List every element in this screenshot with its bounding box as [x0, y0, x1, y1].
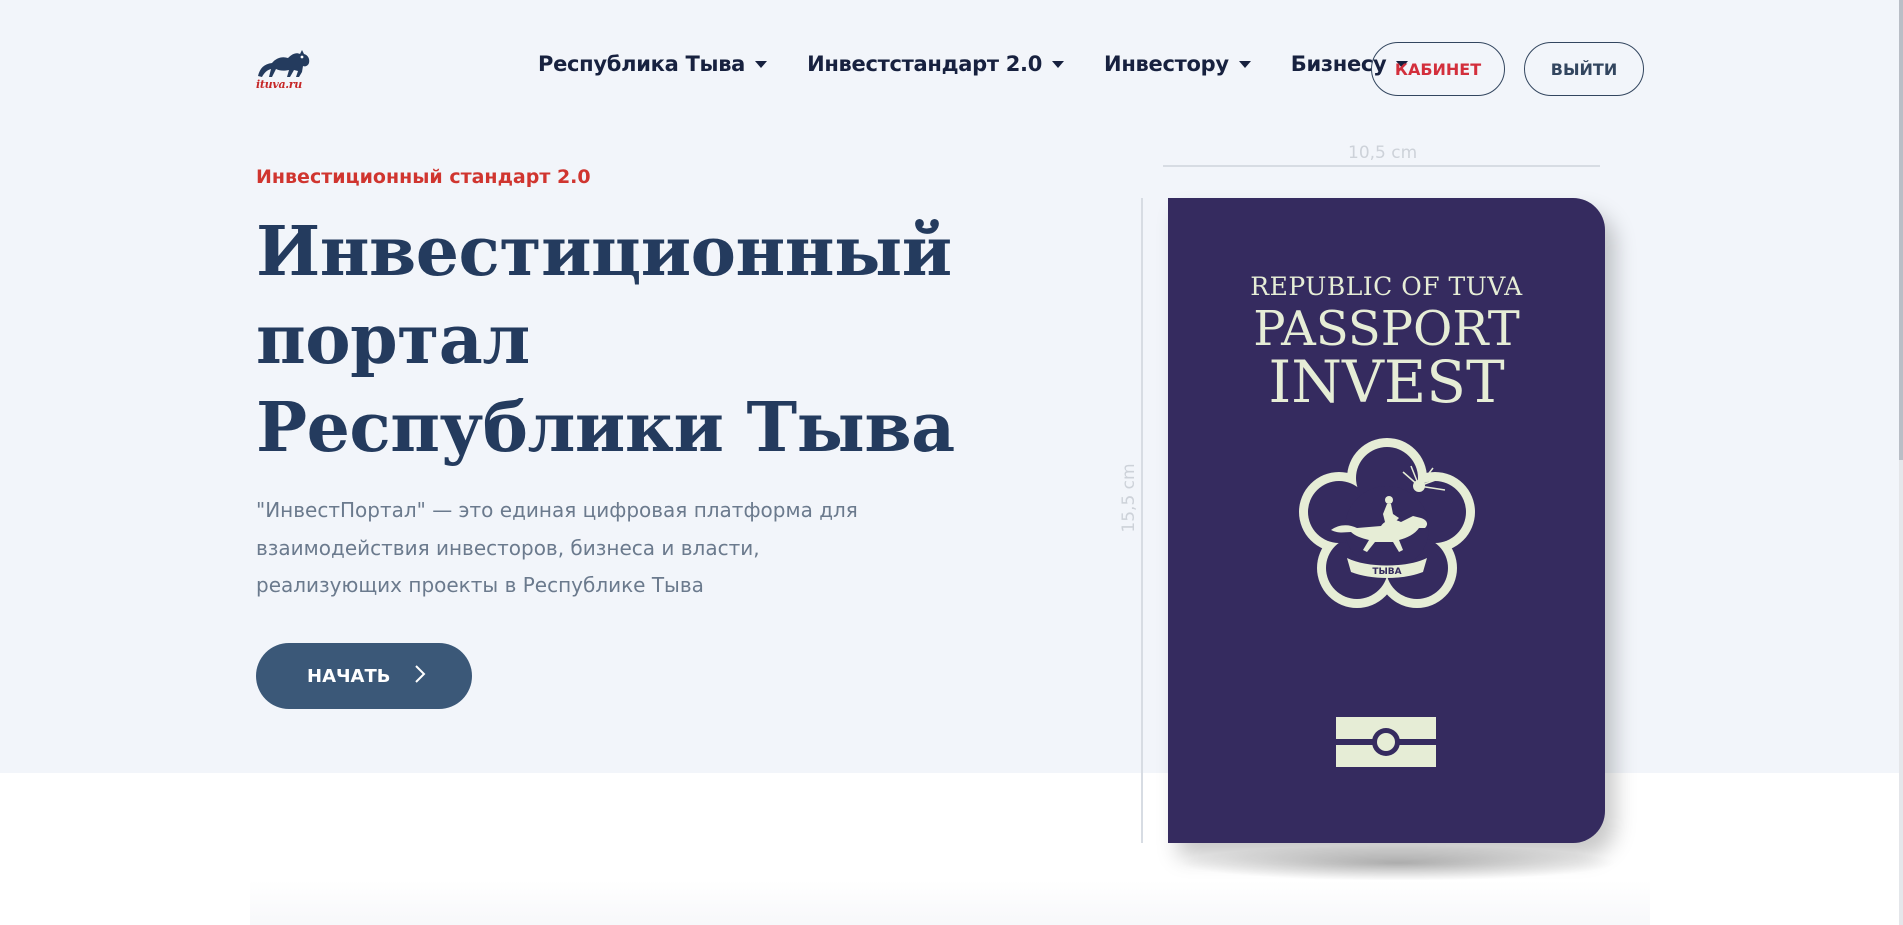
caret-down-icon — [1238, 60, 1251, 68]
cabinet-button[interactable]: КАБИНЕТ — [1371, 42, 1505, 96]
caret-down-icon — [1052, 60, 1065, 68]
nav-item-label: Инвестстандарт 2.0 — [807, 52, 1043, 76]
width-dimension-label: 10,5 cm — [1348, 143, 1418, 163]
start-button[interactable]: НАЧАТЬ — [256, 643, 472, 709]
chevron-right-icon — [414, 664, 426, 689]
start-button-label: НАЧАТЬ — [307, 665, 391, 687]
tuva-emblem-icon: ТЫВА — [1299, 438, 1475, 608]
biometric-chip-icon — [1336, 717, 1436, 767]
page-scrollbar[interactable] — [1899, 0, 1903, 925]
nav-item-label: Инвестору — [1104, 52, 1229, 76]
scrollbar-thumb[interactable] — [1899, 0, 1903, 460]
passport-invest-text: INVEST — [1268, 348, 1505, 416]
passport-shadow — [1178, 845, 1618, 881]
caret-down-icon — [755, 60, 768, 68]
site-logo[interactable]: ituva.ru — [256, 46, 312, 92]
logout-button[interactable]: ВЫЙТИ — [1524, 42, 1644, 96]
nav-item-investor[interactable]: Инвестору — [1104, 52, 1251, 76]
nav-item-investstandard[interactable]: Инвестстандарт 2.0 — [807, 52, 1065, 76]
logo-text: ituva.ru — [256, 78, 302, 91]
main-nav: Республика Тыва Инвестстандарт 2.0 Инвес… — [538, 52, 1448, 76]
height-dimension-line — [1141, 198, 1143, 843]
height-dimension-label: 15,5 cm — [1119, 463, 1139, 533]
hero-eyebrow: Инвестиционный стандарт 2.0 — [256, 166, 591, 188]
section-divider — [250, 880, 1650, 925]
hero-description: "ИнвестПортал" — это единая цифровая пла… — [256, 498, 858, 597]
page-title-line: Республики Тыва — [256, 388, 955, 468]
page-title-line: портал — [256, 300, 530, 380]
nav-item-republic[interactable]: Республика Тыва — [538, 52, 768, 76]
passport-cover: REPUBLIC OF TUVA PASSPORT INVEST ТЫВА — [1168, 198, 1605, 843]
width-dimension-line — [1163, 165, 1600, 167]
leopard-logo-icon — [258, 50, 310, 77]
page-title: Инвестиционный портал Республики Тыва — [256, 208, 976, 472]
passport-republic-text: REPUBLIC OF TUVA — [1250, 272, 1523, 301]
nav-item-label: Республика Тыва — [538, 52, 746, 76]
emblem-ribbon-text: ТЫВА — [1372, 567, 1401, 577]
page-title-line: Инвестиционный — [256, 212, 952, 292]
